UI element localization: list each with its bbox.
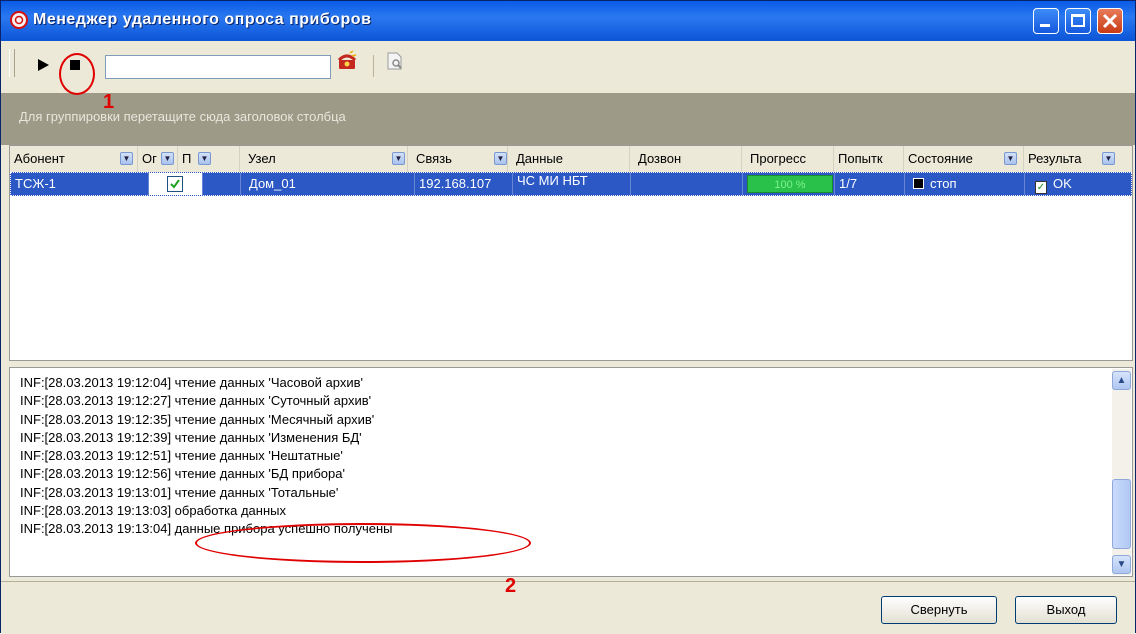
annotation-ellipse-success [195, 523, 531, 563]
log-line: INF:[28.03.2013 19:12:51] чтение данных … [20, 448, 343, 464]
close-icon [1102, 13, 1118, 29]
group-by-hint: Для группировки перетащите сюда заголово… [19, 109, 346, 124]
column-label: Состояние [908, 151, 973, 166]
maximize-icon [1071, 14, 1085, 27]
subscriber-input[interactable] [105, 55, 331, 79]
bottom-bar: Свернуть Выход [1, 581, 1135, 634]
table-row[interactable]: ТСЖ-1 Дом_01 192.168.107 ЧС МИ НБТ 100 %… [10, 172, 1132, 196]
cell-p [203, 173, 241, 195]
toolbar-separator [373, 55, 374, 77]
column-header-dial[interactable]: Дозвон [630, 146, 742, 172]
column-label: Прогресс [750, 151, 807, 166]
column-header-result[interactable]: Результа ▼ [1024, 146, 1120, 172]
scroll-thumb[interactable] [1112, 479, 1131, 549]
maximize-button[interactable] [1065, 8, 1091, 34]
chevron-down-icon[interactable]: ▼ [120, 152, 133, 165]
minimize-icon [1040, 24, 1050, 27]
window-title: Менеджер удаленного опроса приборов [33, 11, 372, 28]
progress-bar: 100 % [747, 175, 833, 193]
cell-link: 192.168.107 [415, 173, 513, 195]
play-icon [38, 59, 49, 71]
app-icon [10, 11, 28, 29]
cell-abonent: ТСЖ-1 [11, 173, 149, 195]
stop-state-icon [913, 178, 924, 189]
cell-state: стоп [905, 173, 1025, 195]
scroll-up-button[interactable]: ▲ [1112, 371, 1131, 390]
column-label: Абонент [14, 151, 65, 166]
toolbar [1, 41, 1135, 94]
close-button[interactable] [1097, 8, 1123, 34]
annotation-circle-stop [59, 53, 95, 95]
column-header-state[interactable]: Состояние ▼ [904, 146, 1024, 172]
result-label: OK [1053, 176, 1072, 191]
chevron-down-icon[interactable]: ▼ [392, 152, 405, 165]
report-check-icon: ✓ [1035, 181, 1047, 194]
chevron-down-icon[interactable]: ▼ [161, 152, 174, 165]
grid-header: Абонент ▼ Ог ▼ П ▼ Узел ▼ Связь ▼ Данные [10, 146, 1132, 173]
annotation-number-1: 1 [103, 91, 115, 113]
subscribers-grid: Абонент ▼ Ог ▼ П ▼ Узел ▼ Связь ▼ Данные [9, 145, 1133, 361]
log-panel[interactable]: INF:[28.03.2013 19:12:04] чтение данных … [9, 367, 1133, 577]
chevron-down-icon[interactable]: ▼ [494, 152, 507, 165]
minimize-button[interactable] [1033, 8, 1059, 34]
title-bar: Менеджер удаленного опроса приборов [1, 1, 1135, 41]
phone-icon [337, 50, 357, 69]
chevron-down-icon[interactable]: ▼ [1004, 152, 1017, 165]
chevron-down-icon[interactable]: ▼ [1102, 152, 1115, 165]
dial-button[interactable] [335, 49, 359, 73]
column-header-p[interactable]: П ▼ [178, 146, 240, 172]
start-button[interactable] [31, 53, 55, 77]
log-line: INF:[28.03.2013 19:13:01] чтение данных … [20, 484, 339, 500]
app-window: Менеджер удаленного опроса приборов Для … [0, 0, 1136, 634]
column-header-data[interactable]: Данные [508, 146, 630, 172]
column-label: Дозвон [638, 151, 682, 166]
column-header-abonent[interactable]: Абонент ▼ [10, 146, 138, 172]
log-line: INF:[28.03.2013 19:13:03] обработка данн… [20, 503, 286, 519]
log-lines: INF:[28.03.2013 19:12:04] чтение данных … [20, 374, 392, 539]
column-header-progress[interactable]: Прогресс [742, 146, 834, 172]
collapse-button[interactable]: Свернуть [881, 596, 997, 624]
cell-dial [631, 173, 743, 195]
cell-data: ЧС МИ НБТ [513, 173, 631, 195]
column-label: Узел [248, 151, 276, 166]
chevron-down-icon[interactable]: ▼ [198, 152, 211, 165]
log-line: INF:[28.03.2013 19:12:27] чтение данных … [20, 393, 372, 409]
cell-node: Дом_01 [241, 173, 415, 195]
document-search-icon [387, 52, 402, 70]
exit-button[interactable]: Выход [1015, 596, 1117, 624]
cell-attempts: 1/7 [835, 173, 905, 195]
scroll-down-button[interactable]: ▼ [1112, 555, 1131, 574]
preview-button[interactable] [383, 49, 407, 73]
state-label: стоп [930, 176, 957, 191]
column-label: Попытк [838, 151, 883, 166]
cell-result: ✓ OK [1025, 173, 1131, 195]
log-line: INF:[28.03.2013 19:12:56] чтение данных … [20, 466, 345, 482]
column-label: Результа [1028, 151, 1082, 166]
column-header-og[interactable]: Ог ▼ [138, 146, 178, 172]
toolbar-grip[interactable] [9, 49, 15, 77]
column-label: П [182, 151, 192, 166]
column-label: Данные [516, 151, 563, 166]
column-header-node[interactable]: Узел ▼ [240, 146, 408, 172]
log-line: INF:[28.03.2013 19:12:39] чтение данных … [20, 429, 362, 445]
annotation-number-2: 2 [505, 575, 517, 597]
column-header-link[interactable]: Связь ▼ [408, 146, 508, 172]
column-label: Ог [142, 151, 157, 166]
column-label: Связь [416, 151, 452, 166]
log-scrollbar[interactable]: ▲ ▼ [1112, 369, 1131, 575]
enabled-checkbox[interactable] [167, 176, 183, 192]
check-icon [170, 179, 180, 189]
log-line: INF:[28.03.2013 19:12:04] чтение данных … [20, 375, 363, 390]
group-by-panel[interactable]: Для группировки перетащите сюда заголово… [1, 93, 1135, 145]
column-header-attempts[interactable]: Попытк [834, 146, 904, 172]
log-line: INF:[28.03.2013 19:12:35] чтение данных … [20, 411, 375, 427]
